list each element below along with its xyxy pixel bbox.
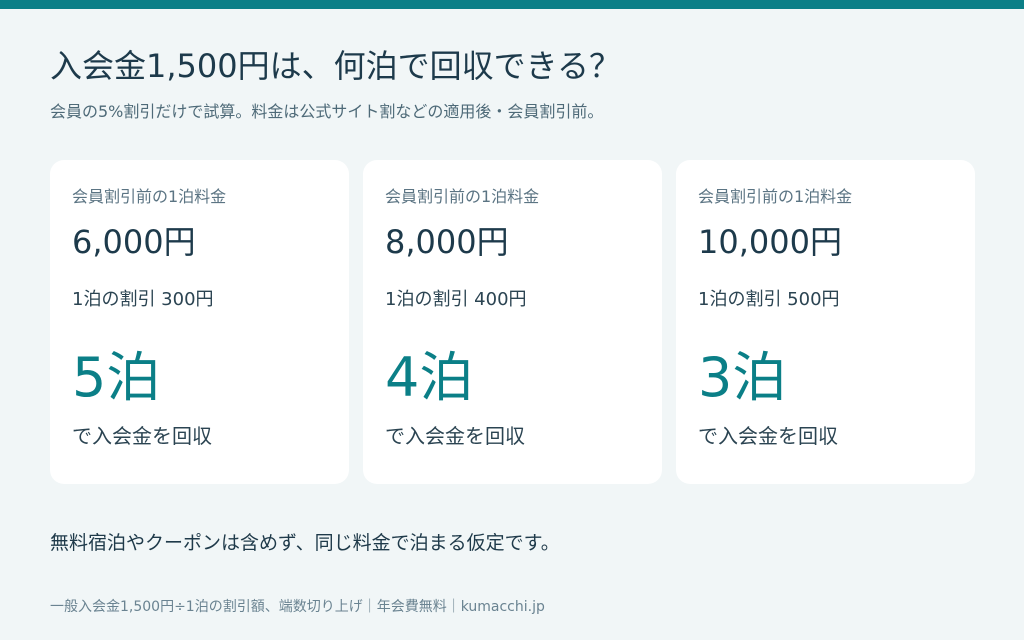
card-discount: 1泊の割引 400円: [385, 289, 527, 310]
card-price: 10,000円: [698, 223, 842, 261]
card-nights: 3泊: [698, 346, 787, 409]
top-accent-bar: [0, 0, 1024, 9]
footer-source: 一般入会金1,500円÷1泊の割引額、端数切り上げ｜年会費無料｜kumacchi…: [50, 599, 545, 615]
card-discount: 1泊の割引 300円: [72, 289, 214, 310]
scenario-card-8000: 会員割引前の1泊料金 8,000円 1泊の割引 400円 4泊 で入会金を回収: [363, 160, 662, 484]
card-nights: 4泊: [385, 346, 474, 409]
page-subtitle: 会員の5%割引だけで試算。料金は公式サイト割などの適用後・会員割引前。: [50, 102, 604, 121]
card-discount: 1泊の割引 500円: [698, 289, 840, 310]
card-recover-text: で入会金を回収: [698, 424, 838, 448]
card-recover-text: で入会金を回収: [385, 424, 525, 448]
card-price: 8,000円: [385, 223, 509, 261]
card-recover-text: で入会金を回収: [72, 424, 212, 448]
card-label: 会員割引前の1泊料金: [72, 187, 227, 206]
card-label: 会員割引前の1泊料金: [698, 187, 853, 206]
scenario-card-10000: 会員割引前の1泊料金 10,000円 1泊の割引 500円 3泊 で入会金を回収: [676, 160, 975, 484]
card-nights: 5泊: [72, 346, 161, 409]
page-title: 入会金1,500円は、何泊で回収できる？: [50, 47, 621, 85]
scenario-cards: 会員割引前の1泊料金 6,000円 1泊の割引 300円 5泊 で入会金を回収 …: [50, 160, 975, 484]
card-price: 6,000円: [72, 223, 196, 261]
scenario-card-6000: 会員割引前の1泊料金 6,000円 1泊の割引 300円 5泊 で入会金を回収: [50, 160, 349, 484]
card-label: 会員割引前の1泊料金: [385, 187, 540, 206]
assumption-note: 無料宿泊やクーポンは含めず、同じ料金で泊まる仮定です。: [50, 532, 560, 554]
